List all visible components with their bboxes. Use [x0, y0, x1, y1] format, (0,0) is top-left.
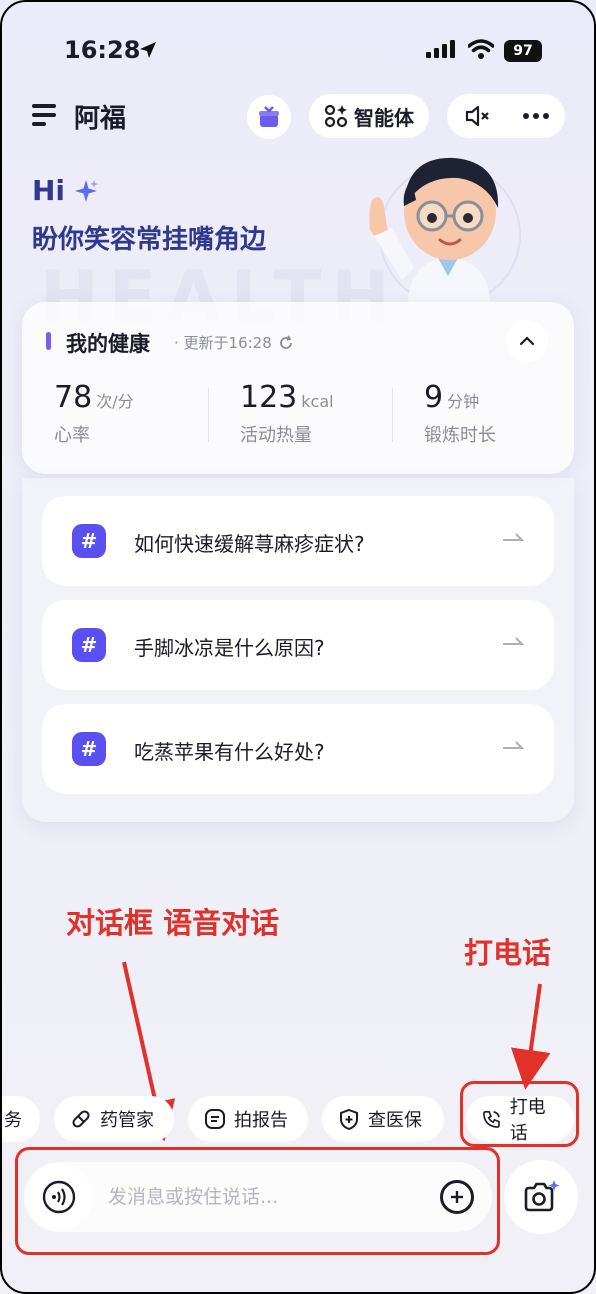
camera-button[interactable]	[504, 1160, 578, 1234]
camera-sparkle-icon	[524, 1180, 560, 1212]
quick-action-medicine[interactable]: 药管家	[54, 1096, 174, 1142]
add-button[interactable]	[440, 1180, 474, 1214]
quick-action-insurance[interactable]: 查医保	[322, 1096, 444, 1142]
annotation-box-call	[460, 1081, 579, 1147]
message-input[interactable]	[108, 1182, 408, 1212]
voice-wave-icon	[42, 1180, 76, 1214]
quick-action-report[interactable]: 拍报告	[188, 1096, 308, 1142]
voice-button[interactable]	[26, 1164, 92, 1230]
report-icon	[205, 1109, 225, 1129]
message-bar	[24, 1162, 492, 1232]
insurance-icon	[340, 1108, 358, 1130]
plus-icon	[451, 1191, 463, 1203]
pill-icon	[72, 1110, 90, 1128]
